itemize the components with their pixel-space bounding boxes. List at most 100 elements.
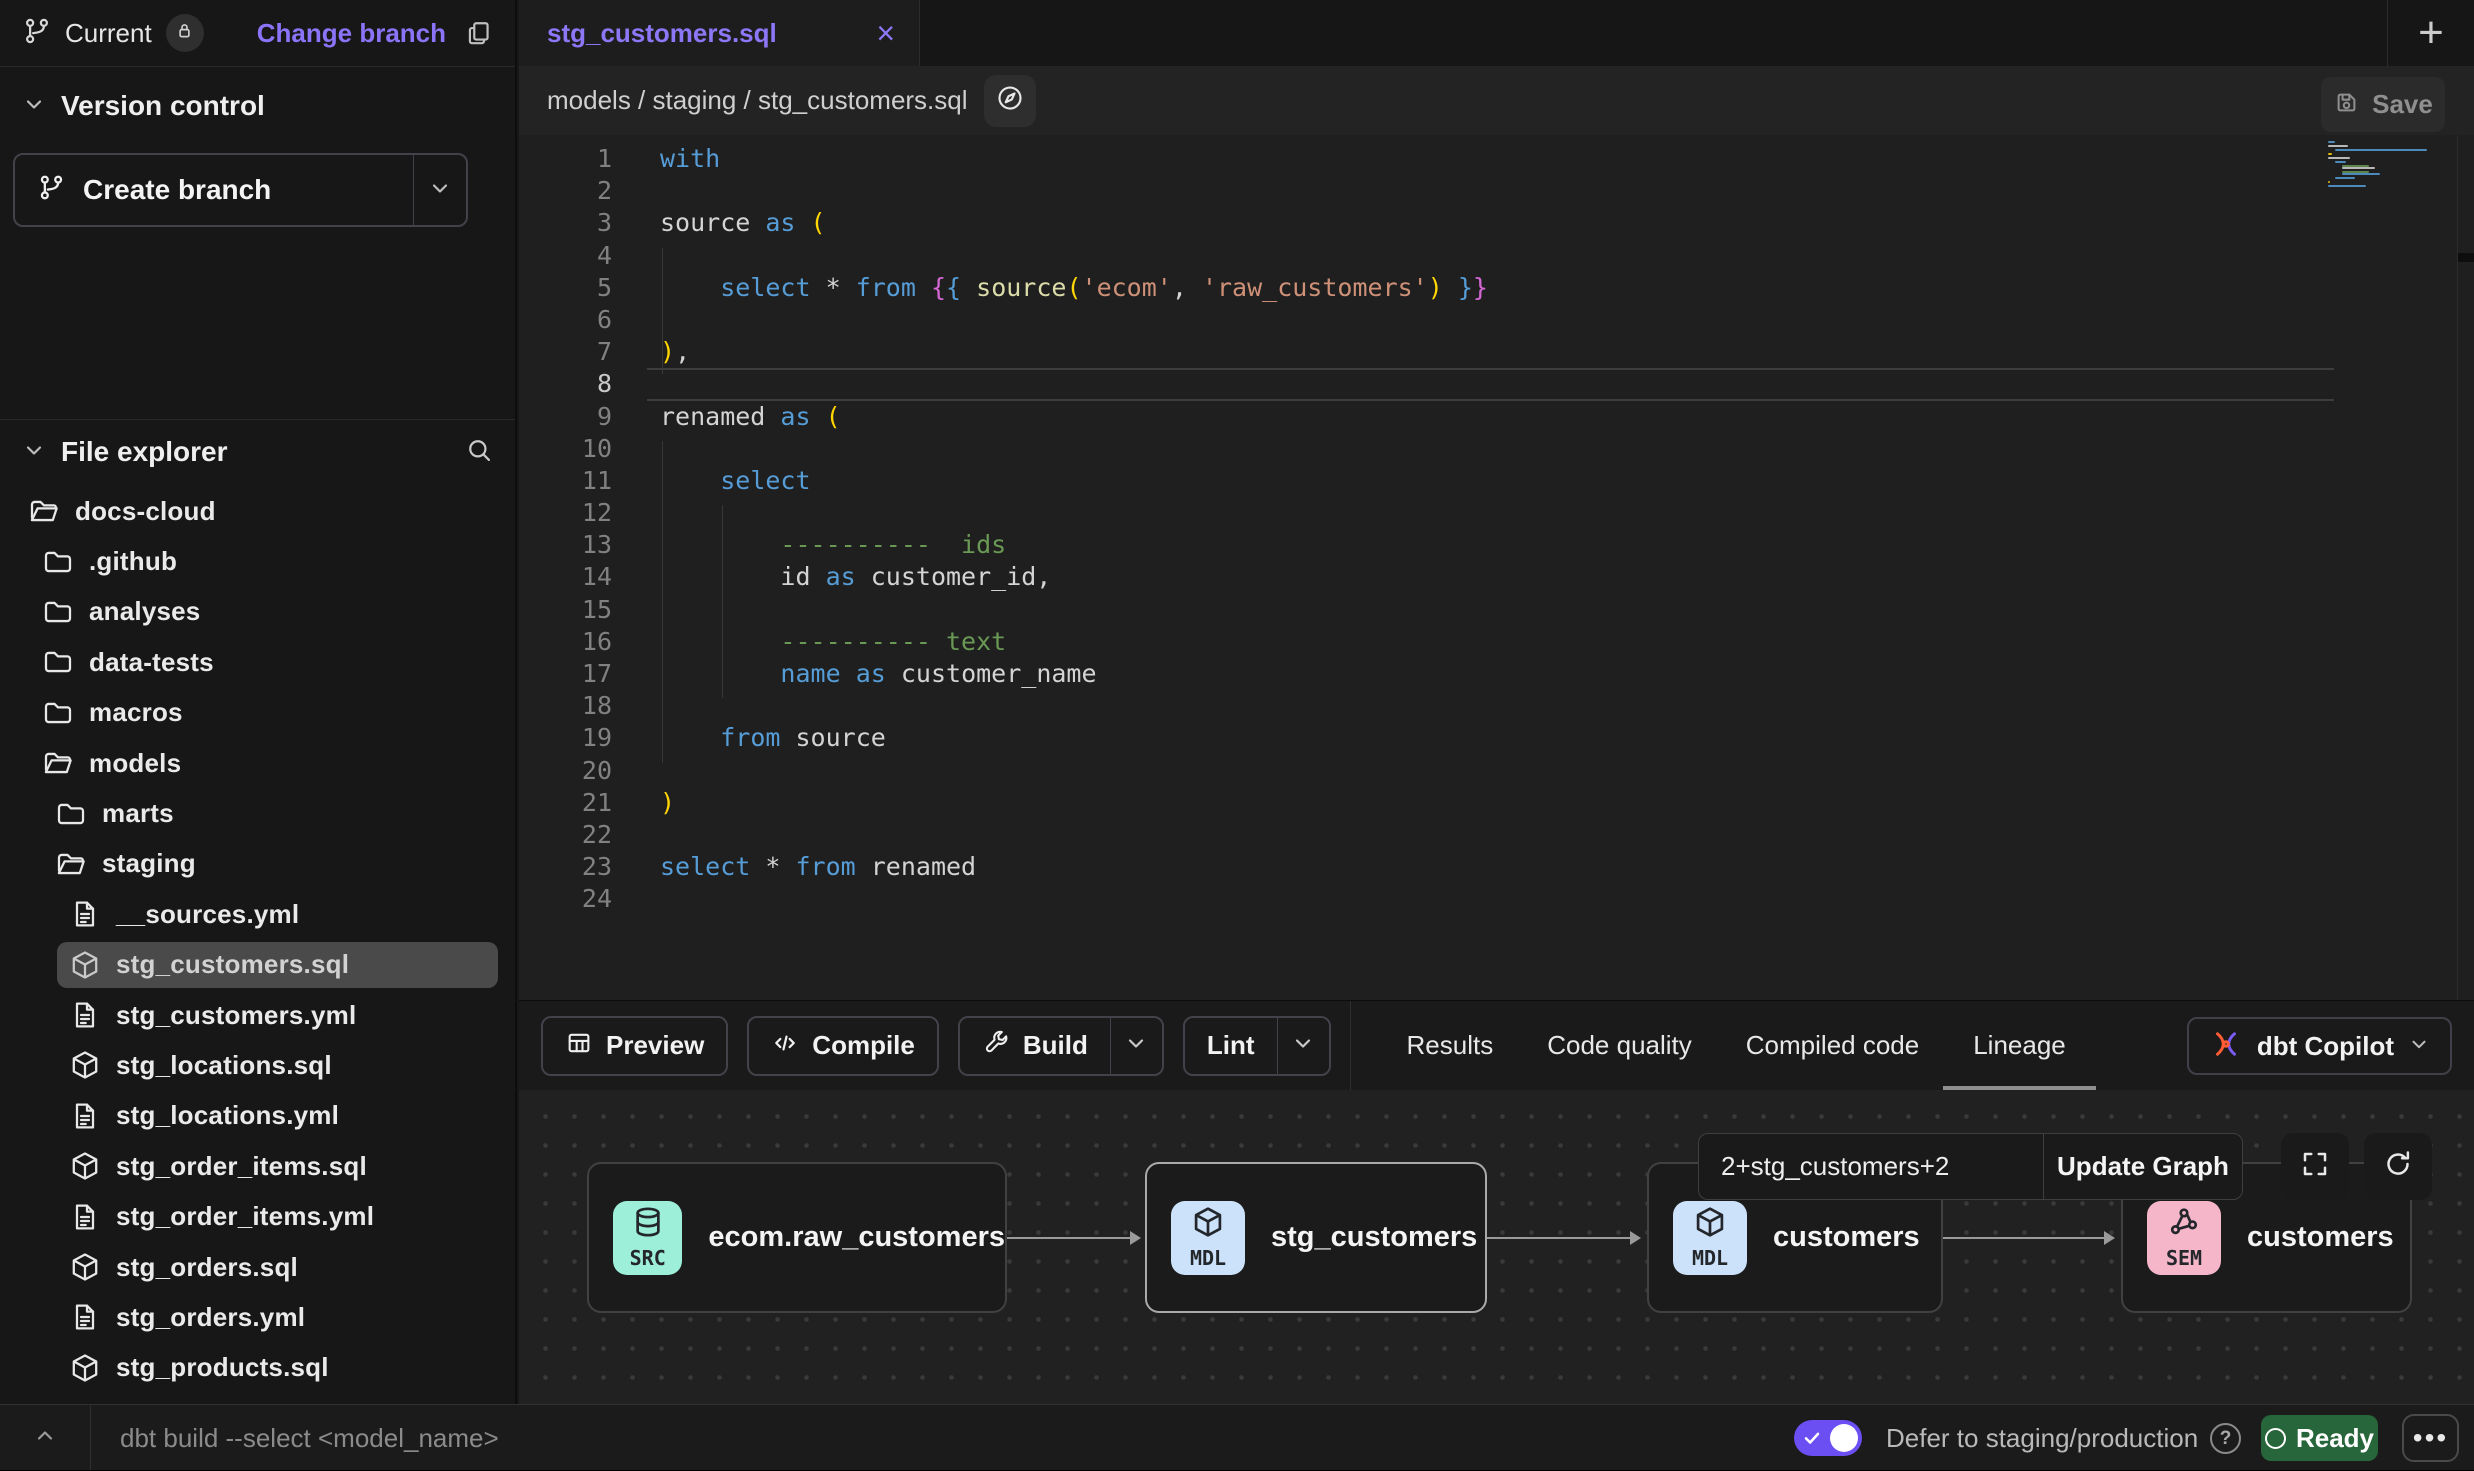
code-line-6[interactable]: 6 bbox=[519, 304, 2474, 336]
help-icon[interactable]: ? bbox=[2210, 1423, 2241, 1454]
code-line-19[interactable]: 19 from source bbox=[519, 722, 2474, 754]
code-line-2[interactable]: 2 bbox=[519, 175, 2474, 207]
defer-label: Defer to staging/production bbox=[1886, 1405, 2198, 1471]
preview-button[interactable]: Preview bbox=[541, 1016, 728, 1076]
code-line-21[interactable]: 21) bbox=[519, 787, 2474, 819]
lineage-selector-input[interactable]: 2+stg_customers+2 bbox=[1699, 1134, 2043, 1199]
create-branch-menu-button[interactable] bbox=[413, 155, 466, 225]
file-tree-item-marts[interactable]: marts bbox=[0, 788, 515, 838]
code-line-15[interactable]: 15 bbox=[519, 594, 2474, 626]
code-line-5[interactable]: 5 select * from {{ source('ecom', 'raw_c… bbox=[519, 272, 2474, 304]
lineage-node-ecom-raw-customers[interactable]: SRCecom.raw_customers bbox=[587, 1162, 1007, 1313]
change-branch-link[interactable]: Change branch bbox=[257, 18, 446, 49]
panel-tab-lineage[interactable]: Lineage bbox=[1973, 1001, 2066, 1091]
file-tree-item-docs-cloud[interactable]: docs-cloud bbox=[0, 486, 515, 536]
file-tree-item-stg-locations-yml[interactable]: stg_locations.yml bbox=[0, 1091, 515, 1141]
lint-menu-button[interactable] bbox=[1277, 1018, 1329, 1074]
code-line-4[interactable]: 4 bbox=[519, 240, 2474, 272]
file-tree-item-stg-orders-sql[interactable]: stg_orders.sql bbox=[0, 1242, 515, 1292]
fullscreen-button[interactable] bbox=[2281, 1133, 2349, 1200]
view-docs-button[interactable] bbox=[984, 75, 1036, 127]
code-line-14[interactable]: 14 id as customer_id, bbox=[519, 561, 2474, 593]
code-line-16[interactable]: 16 ---------- text bbox=[519, 626, 2474, 658]
create-branch-button[interactable]: Create branch bbox=[13, 153, 468, 227]
file-tree-item-models[interactable]: models bbox=[0, 738, 515, 788]
ready-status-button[interactable]: Ready bbox=[2261, 1415, 2378, 1461]
git-branch-icon bbox=[22, 16, 52, 51]
code-line-10[interactable]: 10 bbox=[519, 433, 2474, 465]
code-editor[interactable]: 1with23source as (45 select * from {{ so… bbox=[519, 135, 2474, 1000]
save-button[interactable]: Save bbox=[2321, 77, 2445, 132]
code-line-3[interactable]: 3source as ( bbox=[519, 207, 2474, 239]
file-explorer-section-header[interactable]: File explorer bbox=[0, 430, 515, 474]
file-tree-item-stg-order-items-sql[interactable]: stg_order_items.sql bbox=[0, 1141, 515, 1191]
code-line-18[interactable]: 18 bbox=[519, 690, 2474, 722]
section-divider bbox=[0, 419, 515, 420]
file-name: analyses bbox=[89, 596, 200, 627]
folder-icon bbox=[42, 697, 74, 729]
compile-button[interactable]: Compile bbox=[747, 1016, 939, 1076]
file-explorer-title: File explorer bbox=[61, 436, 228, 468]
code-line-22[interactable]: 22 bbox=[519, 819, 2474, 851]
file-doc-icon bbox=[69, 999, 101, 1031]
lineage-node-stg-customers[interactable]: MDLstg_customers bbox=[1145, 1162, 1487, 1313]
file-tree-item-analyses[interactable]: analyses bbox=[0, 587, 515, 637]
build-menu-button[interactable] bbox=[1110, 1018, 1162, 1074]
file-tree-item-data-tests[interactable]: data-tests bbox=[0, 637, 515, 687]
file-doc-icon bbox=[69, 1201, 101, 1233]
file-tree-item-stg-orders-yml[interactable]: stg_orders.yml bbox=[0, 1292, 515, 1342]
lineage-edge bbox=[1487, 1237, 1639, 1239]
command-input[interactable]: dbt build --select <model_name> bbox=[120, 1405, 499, 1471]
minimap-border bbox=[2457, 135, 2458, 1000]
defer-toggle[interactable] bbox=[1794, 1420, 1862, 1456]
code-line-7[interactable]: 7), bbox=[519, 336, 2474, 368]
scrollbar[interactable] bbox=[2458, 253, 2474, 262]
file-tree-item-stg-customers-sql[interactable]: stg_customers.sql bbox=[0, 940, 515, 990]
panel-tab-results[interactable]: Results bbox=[1407, 1001, 1494, 1091]
line-content: ---------- ids bbox=[660, 529, 1006, 561]
code-line-8[interactable]: 8 bbox=[519, 368, 2474, 400]
file-tree: docs-cloud .github analyses data-testsmacro… bbox=[0, 486, 515, 1404]
code-line-24[interactable]: 24 bbox=[519, 883, 2474, 915]
code-line-20[interactable]: 20 bbox=[519, 755, 2474, 787]
new-tab-button[interactable]: + bbox=[2387, 0, 2474, 66]
copilot-label: dbt Copilot bbox=[2257, 1031, 2394, 1062]
more-options-button[interactable]: ••• bbox=[2402, 1414, 2459, 1462]
lineage-panel[interactable]: SRCecom.raw_customersMDLstg_customersMDL… bbox=[519, 1090, 2474, 1404]
file-tree-item--sources-yml[interactable]: __sources.yml bbox=[0, 889, 515, 939]
update-graph-button[interactable]: Update Graph bbox=[2043, 1134, 2242, 1199]
code-line-23[interactable]: 23select * from renamed bbox=[519, 851, 2474, 883]
dbt-copilot-button[interactable]: dbt Copilot bbox=[2187, 1017, 2452, 1075]
code-line-1[interactable]: 1with bbox=[519, 143, 2474, 175]
lint-button[interactable]: Lint bbox=[1183, 1016, 1331, 1076]
file-tree-item-macros[interactable]: macros bbox=[0, 688, 515, 738]
file-tree-item-stg-customers-yml[interactable]: stg_customers.yml bbox=[0, 990, 515, 1040]
file-tree-item-stg-products-sql[interactable]: stg_products.sql bbox=[0, 1343, 515, 1393]
result-tabs: Results Code quality Compiled code Lineage bbox=[1380, 1001, 2093, 1091]
file-tree-item-stg-locations-sql[interactable]: stg_locations.sql bbox=[0, 1040, 515, 1090]
line-number: 11 bbox=[519, 465, 612, 497]
line-number: 17 bbox=[519, 658, 612, 690]
code-line-17[interactable]: 17 name as customer_name bbox=[519, 658, 2474, 690]
minimap[interactable] bbox=[2328, 141, 2448, 189]
search-icon[interactable] bbox=[465, 436, 493, 469]
expand-command-bar-button[interactable] bbox=[22, 1405, 68, 1471]
code-line-9[interactable]: 9renamed as ( bbox=[519, 401, 2474, 433]
refresh-button[interactable] bbox=[2364, 1133, 2432, 1200]
close-icon[interactable]: × bbox=[876, 17, 895, 49]
copy-icon[interactable] bbox=[464, 19, 493, 48]
code-line-12[interactable]: 12 bbox=[519, 497, 2474, 529]
file-tree-item-stg-order-items-yml[interactable]: stg_order_items.yml bbox=[0, 1191, 515, 1241]
file-name: .github bbox=[89, 546, 177, 577]
build-button[interactable]: Build bbox=[958, 1016, 1164, 1076]
panel-tab-compiled-code[interactable]: Compiled code bbox=[1746, 1001, 1919, 1091]
tab-stg-customers-sql[interactable]: stg_customers.sql × bbox=[519, 0, 920, 66]
code-line-13[interactable]: 13 ---------- ids bbox=[519, 529, 2474, 561]
file-tree-item--github[interactable]: .github bbox=[0, 536, 515, 586]
panel-tab-code-quality[interactable]: Code quality bbox=[1547, 1001, 1692, 1091]
line-number: 8 bbox=[519, 368, 612, 400]
code-line-11[interactable]: 11 select bbox=[519, 465, 2474, 497]
breadcrumb[interactable]: models / staging / stg_customers.sql bbox=[547, 85, 968, 116]
version-control-section-header[interactable]: Version control bbox=[0, 84, 515, 128]
file-tree-item-staging[interactable]: staging bbox=[0, 839, 515, 889]
